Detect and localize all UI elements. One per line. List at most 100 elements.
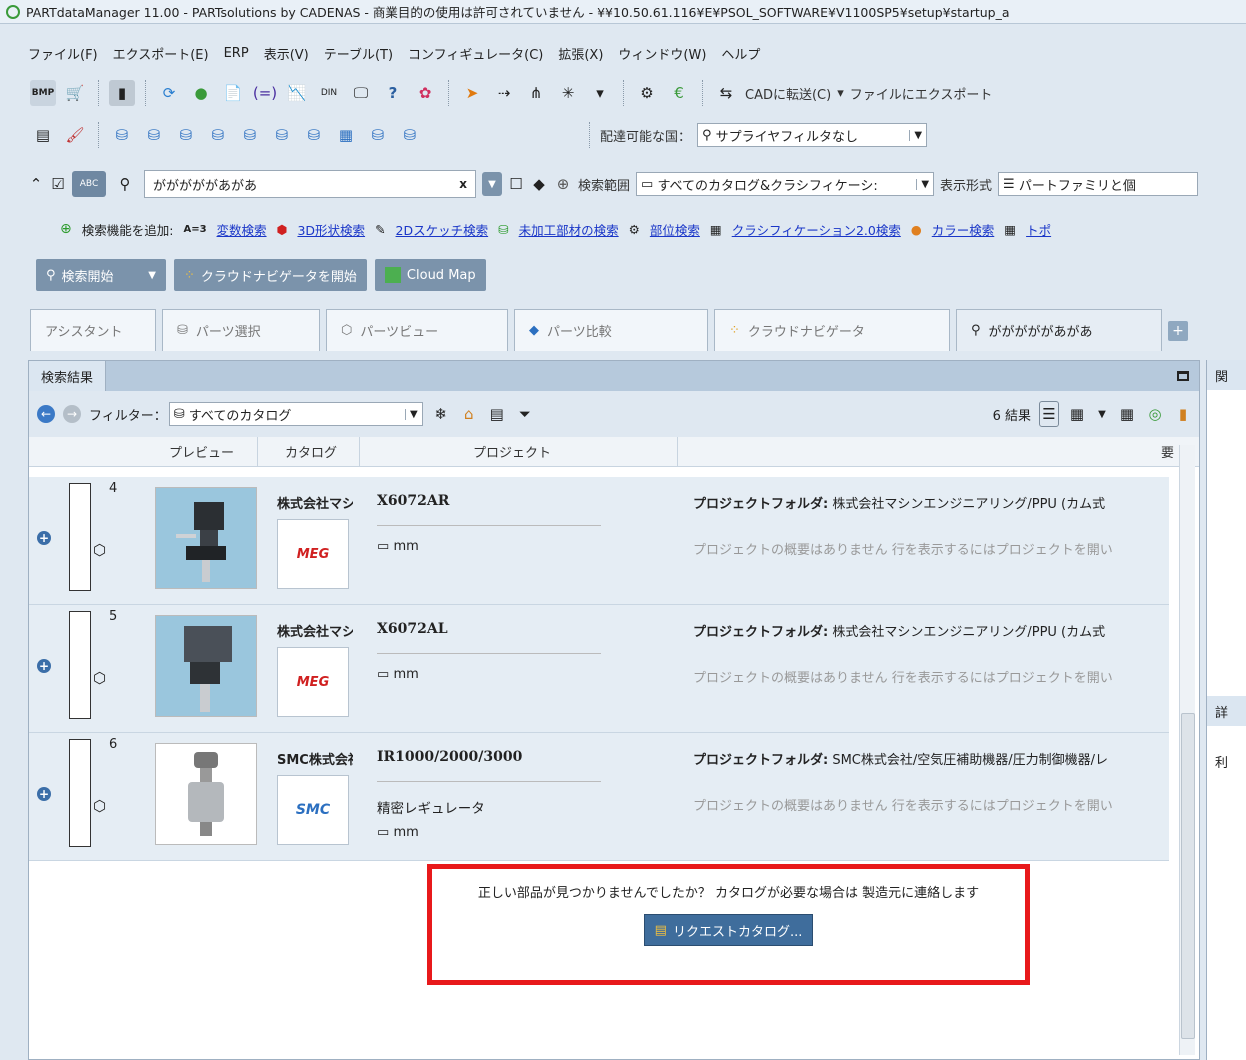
results-tab[interactable]: 検索結果 <box>29 361 107 391</box>
checkbox[interactable]: ☑ <box>50 171 66 197</box>
list-view-icon[interactable]: ☰ <box>1039 401 1059 427</box>
back-icon[interactable]: ← <box>37 405 55 423</box>
db-icon[interactable]: ⛁ <box>173 122 199 148</box>
export-icon[interactable]: ▤ <box>487 401 507 427</box>
cloud-nav-start-button[interactable]: ⁘ クラウドナビゲータを開始 <box>174 259 367 291</box>
request-catalog-button[interactable]: ▤ リクエストカタログ... <box>643 914 814 946</box>
din-icon[interactable]: DIN <box>316 80 342 106</box>
stats-icon[interactable]: ▮ <box>1173 401 1193 427</box>
db-people-icon[interactable]: ⛁ <box>141 122 167 148</box>
menu-help[interactable]: ヘルプ <box>721 44 760 63</box>
db-arrow-icon[interactable]: ⛁ <box>109 122 135 148</box>
hierarchy-icon[interactable]: ⋔ <box>523 80 549 106</box>
cloud-map-button[interactable]: Cloud Map <box>374 259 486 291</box>
globe-refresh-icon[interactable]: ⟳ <box>156 80 182 106</box>
shape-search-link[interactable]: 3D形状検索 <box>297 220 365 239</box>
bmp-icon[interactable]: BMP <box>30 80 56 106</box>
forward-icon[interactable]: → <box>63 405 81 423</box>
table-view-icon[interactable]: ▦ <box>1117 401 1137 427</box>
menu-file[interactable]: ファイル(F) <box>28 44 98 63</box>
search-input[interactable]: がががががあがあ x <box>144 170 476 198</box>
brush-icon[interactable]: 🖌 <box>62 122 88 148</box>
clear-icon[interactable]: x <box>459 177 467 191</box>
plugin-icon[interactable]: ✿ <box>412 80 438 106</box>
chart-icon[interactable]: 📉 <box>284 80 310 106</box>
variable-search-link[interactable]: 変数検索 <box>217 220 267 239</box>
menu-export[interactable]: エクスポート(E) <box>113 44 209 63</box>
menu-view[interactable]: 表示(V) <box>264 44 309 63</box>
topology-search-link[interactable]: トポ <box>1026 220 1051 239</box>
menu-erp[interactable]: ERP <box>224 46 249 61</box>
db-edit-icon[interactable]: ⛁ <box>205 122 231 148</box>
part-preview-image[interactable] <box>155 743 257 845</box>
db-info-icon[interactable]: ⛁ <box>365 122 391 148</box>
row-selector[interactable] <box>69 611 91 719</box>
collapse-icon[interactable]: ⌃ <box>28 171 44 197</box>
checkbox-unchecked[interactable]: ☐ <box>508 171 524 197</box>
display-select[interactable]: ☰ パートファミリと個 <box>998 172 1199 196</box>
cad-dropdown-icon[interactable]: ▾ <box>837 86 844 101</box>
expand-icon[interactable]: + <box>37 787 51 801</box>
pdf-icon[interactable]: 📄 <box>220 80 246 106</box>
help-icon[interactable]: ? <box>380 80 406 106</box>
menu-configurator[interactable]: コンフィギュレータ(C) <box>408 44 543 63</box>
expand-icon[interactable]: + <box>37 531 51 545</box>
db-forward-icon[interactable]: ⛁ <box>397 122 423 148</box>
db-add-icon[interactable]: ⛁ <box>237 122 263 148</box>
abc-search-icon[interactable]: ABC <box>72 171 106 197</box>
phone-icon[interactable]: ▮ <box>109 80 135 106</box>
book-icon[interactable]: ◆ <box>530 171 548 197</box>
tab-parts-compare[interactable]: ◆ パーツ比較 <box>514 309 708 351</box>
db-user-icon[interactable]: ⛁ <box>269 122 295 148</box>
sparkle-icon[interactable]: ✳ <box>555 80 581 106</box>
part-search-link[interactable]: 部位検索 <box>650 220 700 239</box>
home-icon[interactable]: ⌂ <box>459 401 479 427</box>
scope-select[interactable]: ▭ すべてのカタログ&クラシフィケーシ: ▼ <box>636 172 935 196</box>
project-name[interactable]: X6072AR <box>377 493 449 509</box>
tab-parts-selection[interactable]: ⛁ パーツ選択 <box>162 309 320 351</box>
sketch-search-link[interactable]: 2Dスケッチ検索 <box>396 220 489 239</box>
menu-window[interactable]: ウィンドウ(W) <box>618 44 706 63</box>
supplier-filter-select[interactable]: ⚲ サプライヤフィルタなし ▼ <box>697 123 928 147</box>
part-preview-image[interactable] <box>155 487 257 589</box>
formula-icon[interactable]: (=) <box>252 80 278 106</box>
cloud-view-icon[interactable]: ◎ <box>1145 401 1165 427</box>
column-project[interactable]: プロジェクト <box>473 442 551 461</box>
filter-funnel-icon[interactable]: ⏷ <box>515 401 535 427</box>
layout-icon[interactable]: ▤ <box>30 122 56 148</box>
table-row[interactable]: + 5 ⬡ 株式会社マシンエンジニアリング MEG X6072AL ▭ mm プ… <box>29 605 1169 733</box>
settings-icon[interactable]: ⚙ <box>634 80 660 106</box>
cad-arrow-icon[interactable]: ➤ <box>459 80 485 106</box>
measure-icon[interactable]: ⇢ <box>491 80 517 106</box>
search-dropdown-icon[interactable]: ▼ <box>482 172 502 196</box>
tab-parts-view[interactable]: ⬡ パーツビュー <box>326 309 508 351</box>
search-start-button[interactable]: ⚲ 検索開始 ▼ <box>36 259 166 291</box>
vertical-scrollbar[interactable] <box>1179 445 1195 1055</box>
dropdown-arrow-icon[interactable]: ▾ <box>587 80 613 106</box>
classification-search-link[interactable]: クラシフィケーション2.0検索 <box>732 220 901 239</box>
add-icon[interactable]: ⊕ <box>554 171 572 197</box>
row-selector[interactable] <box>69 739 91 847</box>
catalog-filter-select[interactable]: ⛁ すべてのカタログ ▼ <box>168 402 423 426</box>
tab-assistant[interactable]: アシスタント <box>30 309 156 351</box>
file-export-button[interactable]: ファイルにエクスポート <box>850 84 993 103</box>
project-name[interactable]: X6072AL <box>377 621 448 637</box>
table-row[interactable]: + 4 ⬡ 株式会社マシンエンジニアリング MEG X6072AR ▭ mm プ… <box>29 477 1169 605</box>
price-icon[interactable]: € <box>666 80 692 106</box>
menu-table[interactable]: テーブル(T) <box>324 44 393 63</box>
grid-view-icon[interactable]: ▦ <box>1067 401 1087 427</box>
row-selector[interactable] <box>69 483 91 591</box>
scrollbar-thumb[interactable] <box>1181 713 1195 1039</box>
globe-icon[interactable]: ● <box>188 80 214 106</box>
display-icon[interactable]: 🖵 <box>348 80 374 106</box>
project-name[interactable]: IR1000/2000/3000 <box>377 749 522 765</box>
tab-search-result[interactable]: ⚲ がががががあがあ <box>956 309 1162 351</box>
expand-icon[interactable]: + <box>37 659 51 673</box>
table-row[interactable]: + 6 ⬡ SMC株式会社 SMC IR1000/2000/3000 精密レギュ… <box>29 733 1169 861</box>
add-tab-button[interactable]: + <box>1168 321 1188 341</box>
chevron-down-icon[interactable]: ▼ <box>1095 401 1109 427</box>
column-summary[interactable]: 要 <box>1161 442 1174 461</box>
column-preview[interactable]: プレビュー <box>169 442 234 461</box>
tab-cloud-navigator[interactable]: ⁘ クラウドナビゲータ <box>714 309 950 351</box>
db-query-icon[interactable]: ⛁ <box>301 122 327 148</box>
